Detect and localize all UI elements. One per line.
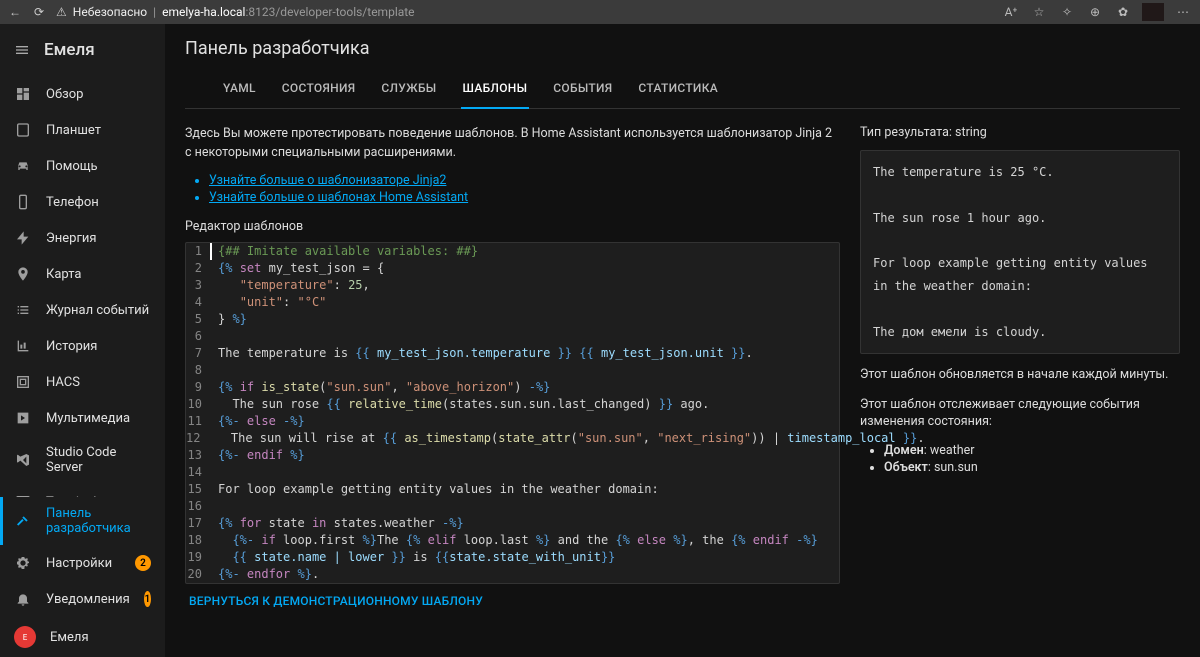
sidebar-item-емеля[interactable]: Е Емеля bbox=[0, 617, 165, 657]
car-icon bbox=[14, 157, 32, 175]
insecure-icon: ⚠ bbox=[56, 5, 67, 19]
sidebar-item-hacs[interactable]: HACS bbox=[0, 364, 165, 400]
sidebar-item-панель-разработчика[interactable]: Панель разработчика bbox=[0, 497, 165, 545]
sidebar-item-label: Studio Code Server bbox=[46, 445, 151, 475]
editor-label: Редактор шаблонов bbox=[185, 219, 840, 234]
sidebar-item-label: Панель разработчика bbox=[46, 506, 151, 536]
play-icon bbox=[14, 409, 32, 427]
reset-template-button[interactable]: ВЕРНУТЬСЯ К ДЕМОНСТРАЦИОННОМУ ШАБЛОНУ bbox=[185, 584, 840, 618]
main-content: Панель разработчика YAML СОСТОЯНИЯ СЛУЖБЫ Ш… bbox=[165, 24, 1200, 657]
insecure-label: Небезопасно bbox=[73, 5, 147, 19]
help-links: Узнайте больше о шаблонизаторе Jinja2 Уз… bbox=[209, 173, 840, 205]
profile-square[interactable] bbox=[1142, 3, 1164, 21]
intro-text: Здесь Вы можете протестировать поведение… bbox=[185, 125, 840, 163]
extensions-icon[interactable]: ✿ bbox=[1114, 5, 1132, 19]
phone-icon bbox=[14, 193, 32, 211]
bell-icon bbox=[14, 590, 32, 608]
sidebar-item-история[interactable]: История bbox=[0, 328, 165, 364]
app-title: Емеля bbox=[44, 40, 95, 60]
favorite-icon[interactable]: ☆ bbox=[1030, 5, 1048, 19]
sidebar-item-журнал-событий[interactable]: Журнал событий bbox=[0, 292, 165, 328]
browser-toolbar: ← ⟳ ⚠ Небезопасно | emelya-ha.local:8123… bbox=[0, 0, 1200, 24]
list-icon bbox=[14, 301, 32, 319]
sidebar-item-помощь[interactable]: Помощь bbox=[0, 148, 165, 184]
more-icon[interactable]: ⋯ bbox=[1174, 5, 1192, 19]
tablet-icon bbox=[14, 121, 32, 139]
sidebar-header: Емеля bbox=[0, 24, 165, 76]
refresh-button[interactable]: ⟳ bbox=[32, 5, 46, 19]
page-title: Панель разработчика bbox=[185, 38, 1180, 59]
gear-icon bbox=[14, 554, 32, 572]
menu-icon[interactable] bbox=[12, 40, 32, 60]
result-output: The temperature is 25 °C. The sun rose 1… bbox=[860, 150, 1180, 354]
read-aloud-icon[interactable]: A⁺ bbox=[1002, 5, 1020, 19]
watch-info: Этот шаблон отслеживает следующие событи… bbox=[860, 396, 1180, 431]
link-ha-templates[interactable]: Узнайте больше о шаблонах Home Assistant bbox=[209, 190, 468, 205]
sidebar-item-label: Емеля bbox=[50, 630, 89, 645]
sidebar-item-label: Мультимедиа bbox=[46, 411, 130, 426]
sidebar-item-label: Обзор bbox=[46, 87, 83, 102]
tab-события[interactable]: СОБЫТИЯ bbox=[551, 71, 614, 108]
sidebar-item-studio-code-server[interactable]: Studio Code Server bbox=[0, 436, 165, 484]
map-icon bbox=[14, 265, 32, 283]
favorites-bar-icon[interactable]: ✧ bbox=[1058, 5, 1076, 19]
hacs-icon bbox=[14, 373, 32, 391]
sidebar-item-label: HACS bbox=[46, 375, 80, 390]
sidebar-item-label: Помощь bbox=[46, 159, 98, 174]
tab-шаблоны[interactable]: ШАБЛОНЫ bbox=[461, 71, 530, 109]
template-editor[interactable]: 1{## Imitate available variables: ##}2{%… bbox=[185, 242, 840, 584]
sidebar-item-label: Планшет bbox=[46, 123, 101, 138]
sidebar-item-terminal[interactable]: Terminal bbox=[0, 484, 165, 497]
entity-item: Домен: weather bbox=[884, 443, 1180, 458]
sidebar-item-label: Энергия bbox=[46, 231, 97, 246]
sidebar: Емеля Обзор Планшет Помощь Телефон Энергия Ка… bbox=[0, 24, 165, 657]
sidebar-item-телефон[interactable]: Телефон bbox=[0, 184, 165, 220]
badge: 1 bbox=[144, 591, 151, 607]
badge: 2 bbox=[135, 555, 151, 571]
sidebar-item-label: Уведомления bbox=[46, 592, 130, 607]
entity-item: Объект: sun.sun bbox=[884, 460, 1180, 475]
tab-bar: YAML СОСТОЯНИЯ СЛУЖБЫ ШАБЛОНЫ СОБЫТИЯ СТАТИСТ… bbox=[185, 71, 1180, 109]
sidebar-item-label: История bbox=[46, 339, 97, 354]
result-type-label: Тип результата: string bbox=[860, 125, 1180, 140]
sidebar-item-настройки[interactable]: Настройки 2 bbox=[0, 545, 165, 581]
vscode-icon bbox=[14, 451, 32, 469]
update-info: Этот шаблон обновляется в начале каждой … bbox=[860, 366, 1180, 384]
sidebar-item-label: Настройки bbox=[46, 556, 112, 571]
entity-list: Домен: weather Объект: sun.sun bbox=[884, 443, 1180, 475]
sidebar-item-мультимедиа[interactable]: Мультимедиа bbox=[0, 400, 165, 436]
hammer-icon bbox=[14, 512, 32, 530]
link-jinja2[interactable]: Узнайте больше о шаблонизаторе Jinja2 bbox=[209, 173, 446, 188]
sidebar-item-планшет[interactable]: Планшет bbox=[0, 112, 165, 148]
sidebar-item-обзор[interactable]: Обзор bbox=[0, 76, 165, 112]
avatar-icon: Е bbox=[14, 626, 36, 648]
sidebar-item-карта[interactable]: Карта bbox=[0, 256, 165, 292]
tab-службы[interactable]: СЛУЖБЫ bbox=[379, 71, 438, 108]
bolt-icon bbox=[14, 229, 32, 247]
sidebar-item-энергия[interactable]: Энергия bbox=[0, 220, 165, 256]
collections-icon[interactable]: ⊕ bbox=[1086, 5, 1104, 19]
sidebar-item-уведомления[interactable]: Уведомления 1 bbox=[0, 581, 165, 617]
chart-icon bbox=[14, 337, 32, 355]
dashboard-icon bbox=[14, 85, 32, 103]
back-button[interactable]: ← bbox=[8, 5, 22, 19]
tab-состояния[interactable]: СОСТОЯНИЯ bbox=[280, 71, 358, 108]
tab-yaml[interactable]: YAML bbox=[221, 71, 258, 108]
sidebar-item-label: Журнал событий bbox=[46, 303, 149, 318]
address-bar[interactable]: ⚠ Небезопасно | emelya-ha.local:8123/dev… bbox=[56, 5, 992, 19]
tab-статистика[interactable]: СТАТИСТИКА bbox=[636, 71, 720, 108]
sidebar-item-label: Карта bbox=[46, 267, 81, 282]
sidebar-item-label: Телефон bbox=[46, 195, 99, 210]
